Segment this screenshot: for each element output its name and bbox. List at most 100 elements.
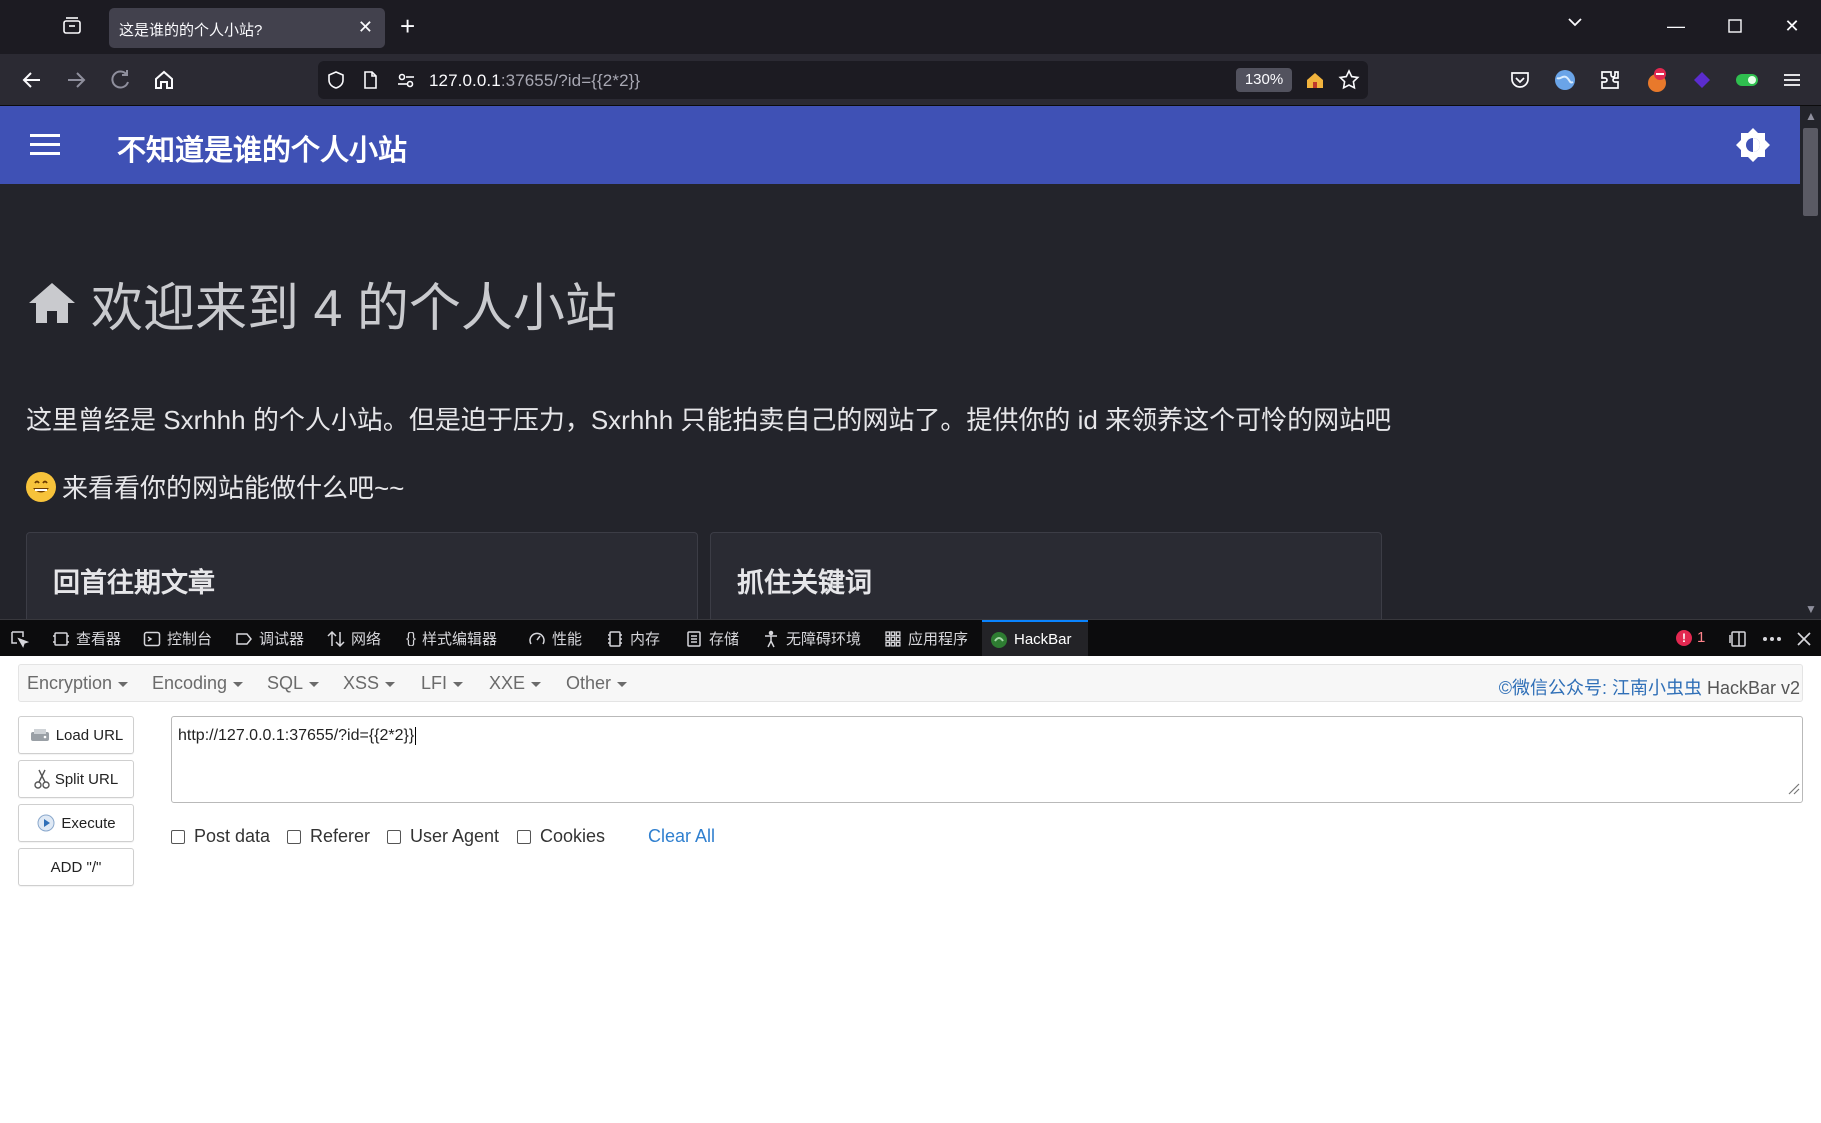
tracking-shield-icon[interactable] bbox=[326, 70, 346, 95]
hackbar-url-textarea[interactable]: http://127.0.0.1:37655/?id={{2*2}} bbox=[171, 716, 1803, 803]
execute-button[interactable]: Execute bbox=[18, 804, 134, 842]
url-text[interactable]: 127.0.0.1:37655/?id={{2*2}} bbox=[429, 71, 640, 91]
home-button[interactable] bbox=[148, 64, 180, 96]
tab-list-button[interactable] bbox=[60, 14, 90, 42]
scroll-up-icon[interactable]: ▲ bbox=[1805, 109, 1817, 123]
menu-xss[interactable]: XSS bbox=[343, 673, 396, 694]
devtools-tab-network[interactable]: 网络 bbox=[327, 620, 381, 657]
card-title: 回首往期文章 bbox=[53, 568, 215, 598]
devtools-more-button[interactable] bbox=[1761, 620, 1789, 657]
page-info-icon[interactable] bbox=[360, 70, 380, 95]
devtools-tab-hackbar[interactable]: HackBar bbox=[982, 620, 1088, 657]
load-url-icon bbox=[30, 729, 49, 741]
element-picker-button[interactable] bbox=[9, 620, 35, 657]
reload-button[interactable] bbox=[104, 64, 136, 96]
load-url-button[interactable]: Load URL bbox=[18, 716, 134, 754]
menu-label: LFI bbox=[421, 673, 448, 693]
forward-button[interactable] bbox=[60, 64, 92, 96]
back-button[interactable] bbox=[16, 64, 48, 96]
cookies-checkbox[interactable]: Cookies bbox=[517, 826, 605, 847]
extensions-puzzle-icon[interactable] bbox=[1598, 68, 1622, 92]
browser-tab-strip: 这是谁的的个人小站? ✕ + — ✕ bbox=[0, 0, 1821, 54]
all-tabs-dropdown[interactable] bbox=[1565, 12, 1585, 37]
fox-extension-icon[interactable] bbox=[1644, 68, 1668, 92]
dock-toggle-button[interactable] bbox=[1728, 620, 1754, 657]
card-past-articles[interactable]: 回首往期文章 bbox=[26, 532, 698, 619]
button-label: Load URL bbox=[55, 726, 124, 744]
toggle-extension-icon[interactable] bbox=[1734, 68, 1758, 92]
devtools-tab-label: 控制台 bbox=[167, 631, 213, 648]
theme-toggle-icon[interactable] bbox=[1734, 126, 1772, 164]
zoom-level-badge[interactable]: 130% bbox=[1236, 68, 1292, 92]
menu-sql[interactable]: SQL bbox=[267, 673, 320, 694]
bookmark-star-icon[interactable] bbox=[1338, 69, 1360, 96]
menu-encryption[interactable]: Encryption bbox=[27, 673, 129, 694]
resize-handle-icon[interactable] bbox=[1786, 781, 1800, 800]
devtools-tab-label: 网络 bbox=[351, 631, 382, 648]
clear-all-link[interactable]: Clear All bbox=[648, 826, 715, 847]
site-title[interactable]: 不知道是谁的个人小站 bbox=[117, 127, 407, 169]
permissions-icon[interactable] bbox=[396, 70, 416, 95]
devtools-tab-label: 应用程序 bbox=[908, 631, 969, 648]
split-url-button[interactable]: Split URL bbox=[18, 760, 134, 798]
purple-extension-icon[interactable] bbox=[1690, 68, 1714, 92]
button-label: ADD "/" bbox=[50, 858, 102, 876]
url-bar[interactable]: 127.0.0.1:37655/?id={{2*2}} 130% bbox=[318, 61, 1368, 99]
devtools-close-button[interactable] bbox=[1796, 620, 1818, 657]
devtools-tab-memory[interactable]: 内存 bbox=[606, 620, 660, 657]
menu-label: XSS bbox=[343, 673, 380, 693]
window-minimize-button[interactable]: — bbox=[1654, 10, 1698, 42]
checkbox-box[interactable] bbox=[287, 829, 301, 844]
window-maximize-button[interactable] bbox=[1713, 10, 1757, 42]
checkbox-label: User Agent bbox=[410, 826, 500, 846]
inspector-icon bbox=[53, 631, 69, 646]
hamburger-menu-icon[interactable] bbox=[30, 132, 62, 158]
checkbox-box[interactable] bbox=[171, 829, 185, 844]
web-page-viewport: 不知道是谁的个人小站 欢迎来到 4 的个人小站 这里曾经是 Sxrhhh 的个人… bbox=[0, 106, 1800, 619]
devtools-tab-performance[interactable]: 性能 bbox=[528, 620, 582, 657]
button-label: Execute bbox=[61, 814, 116, 832]
devtools-tab-accessibility[interactable]: 无障碍环境 bbox=[762, 620, 861, 657]
debugger-icon bbox=[236, 632, 252, 645]
welcome-heading: 欢迎来到 4 的个人小站 bbox=[27, 266, 617, 341]
globe-extension-icon[interactable] bbox=[1553, 68, 1577, 92]
credit-prefix: ©微信公众号: bbox=[1498, 678, 1612, 698]
devtools-tab-storage[interactable]: 存储 bbox=[685, 620, 739, 657]
menu-other[interactable]: Other bbox=[566, 673, 628, 694]
devtools-tab-style-editor[interactable]: {} 样式编辑器 bbox=[406, 620, 497, 657]
scrollbar-thumb[interactable] bbox=[1803, 128, 1818, 216]
pocket-icon[interactable] bbox=[1508, 68, 1532, 92]
add-slash-button[interactable]: ADD "/" bbox=[18, 848, 134, 886]
browser-tab-active[interactable]: 这是谁的的个人小站? ✕ bbox=[109, 8, 385, 48]
page-scrollbar[interactable]: ▲ ▼ bbox=[1800, 106, 1821, 619]
menu-encoding[interactable]: Encoding bbox=[152, 673, 244, 694]
checkbox-label: Post data bbox=[194, 826, 271, 846]
checkbox-box[interactable] bbox=[387, 829, 401, 844]
grinning-emoji-icon bbox=[26, 472, 56, 503]
app-menu-icon[interactable] bbox=[1780, 68, 1804, 92]
user-agent-checkbox[interactable]: User Agent bbox=[387, 826, 499, 847]
menu-label: XXE bbox=[489, 673, 526, 693]
devtools-tab-inspector[interactable]: 查看器 bbox=[52, 620, 121, 657]
intro-paragraph: 这里曾经是 Sxrhhh 的个人小站。但是迫于压力，Sxrhhh 只能拍卖自己的… bbox=[26, 405, 1392, 435]
new-tab-button[interactable]: + bbox=[400, 12, 415, 40]
post-data-checkbox[interactable]: Post data bbox=[171, 826, 270, 847]
referer-checkbox[interactable]: Referer bbox=[287, 826, 370, 847]
card-keywords[interactable]: 抓住关键词 bbox=[710, 532, 1382, 619]
tab-close-icon[interactable]: ✕ bbox=[358, 17, 373, 38]
window-close-button[interactable]: ✕ bbox=[1770, 10, 1814, 42]
error-count-badge[interactable]: ! 1 bbox=[1676, 629, 1705, 646]
devtools-tab-debugger[interactable]: 调试器 bbox=[235, 620, 304, 657]
menu-xxe[interactable]: XXE bbox=[489, 673, 542, 694]
performance-icon bbox=[529, 632, 545, 644]
scroll-down-icon[interactable]: ▼ bbox=[1805, 602, 1817, 616]
credit-link[interactable]: 江南小虫虫 bbox=[1612, 678, 1702, 698]
memory-icon bbox=[608, 630, 622, 647]
menu-lfi[interactable]: LFI bbox=[421, 673, 464, 694]
devtools-tab-application[interactable]: 应用程序 bbox=[884, 620, 968, 657]
caret-down-icon bbox=[385, 681, 396, 687]
homepage-extension-icon[interactable] bbox=[1304, 69, 1326, 96]
checkbox-box[interactable] bbox=[517, 829, 531, 844]
devtools-tab-console[interactable]: 控制台 bbox=[143, 620, 212, 657]
hackbar-credit: ©微信公众号: 江南小虫虫 HackBar v2 bbox=[1499, 674, 1800, 700]
